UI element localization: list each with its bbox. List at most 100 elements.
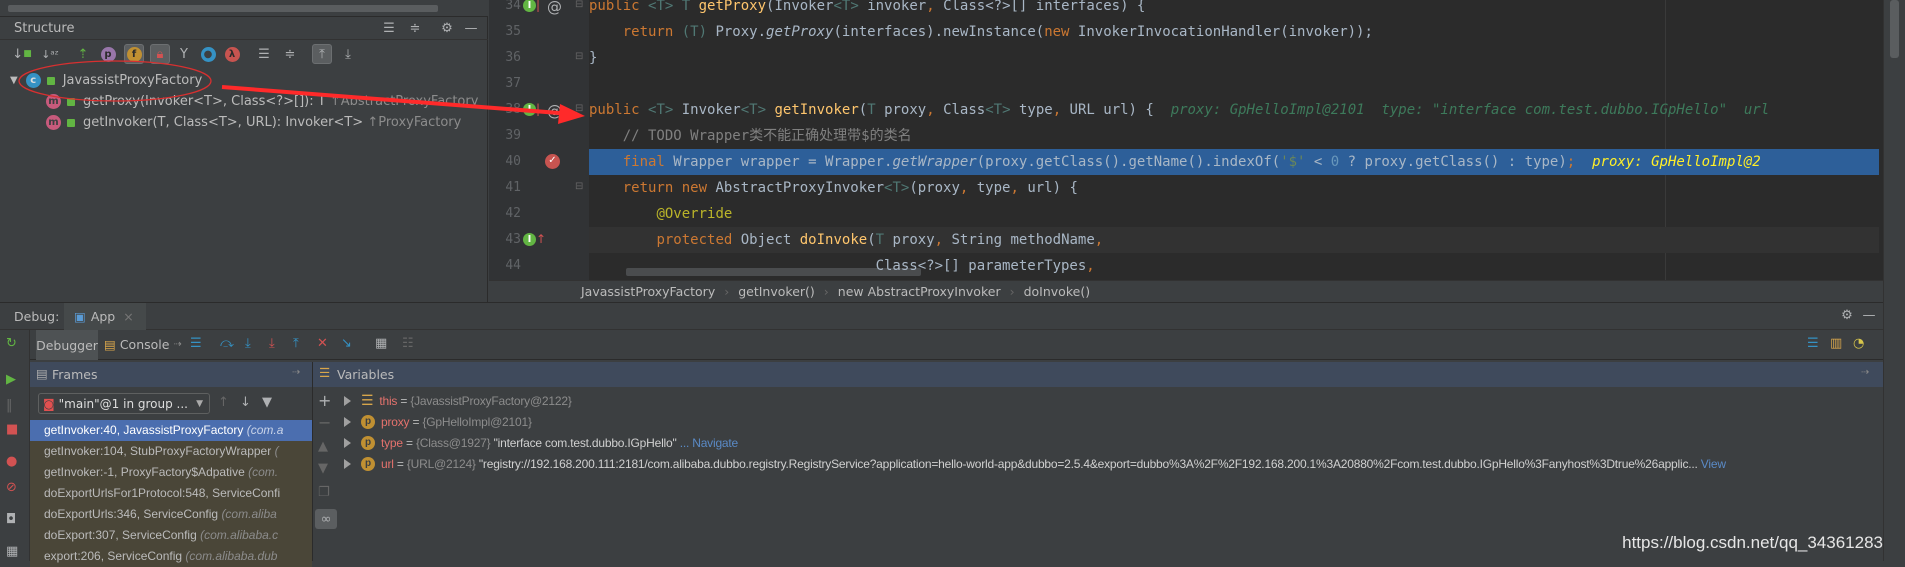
step-out-icon[interactable]: ⤒ (293, 336, 299, 351)
collapse-all-icon[interactable]: ≑ (406, 19, 424, 37)
add-watch-icon[interactable]: + (318, 391, 331, 410)
collapse-all-icon[interactable]: ≑ (280, 44, 300, 64)
lambdas-icon[interactable]: λ (222, 44, 242, 64)
memory-view-icon[interactable]: ▥ (1830, 336, 1842, 351)
anonymous-classes-icon[interactable]: Y (174, 44, 194, 64)
frame-row[interactable]: getInvoker:-1, ProxyFactory$Adpative (co… (30, 462, 312, 483)
show-classes-icon[interactable]: ● (198, 44, 218, 64)
breadcrumb-item[interactable]: new AbstractProxyInvoker (838, 284, 1001, 299)
fields-icon[interactable]: f (124, 44, 144, 64)
expand-all-icon[interactable]: ☰ (254, 44, 274, 64)
variable-row[interactable]: ☰ this = {JavassistProxyFactory@2122} (340, 390, 572, 411)
gear-icon[interactable]: ⚙ (438, 19, 456, 37)
implements-gutter-icon[interactable]: I ↑ (523, 232, 546, 246)
move-up-icon[interactable]: ▲ (318, 439, 328, 454)
tree-class-node[interactable]: ▼ c JavassistProxyFactory (10, 70, 202, 91)
filter-icon[interactable]: ▼ (262, 395, 272, 410)
drop-frame-icon[interactable]: ✕ (317, 336, 328, 351)
mute-breakpoints-icon[interactable]: ⊘ (6, 480, 17, 495)
frame-row[interactable]: getInvoker:104, StubProxyFactoryWrapper … (30, 441, 312, 462)
variable-link[interactable]: View (1698, 457, 1726, 471)
sort-alpha-icon[interactable]: ↓ᵃᶻ (40, 44, 60, 64)
annotation-gutter-icon[interactable]: @ (547, 102, 562, 120)
annotation-gutter-icon[interactable]: @ (547, 0, 562, 16)
duplicate-icon[interactable]: ❐ (318, 485, 330, 500)
show-execution-point-icon[interactable]: ☰ (190, 336, 202, 351)
code-line[interactable]: return (T) Proxy.getProxy(interfaces).ne… (589, 19, 1879, 45)
non-public-icon[interactable]: 🔒︎ (150, 44, 170, 64)
breadcrumb-item[interactable]: doInvoke() (1024, 284, 1090, 299)
frame-row[interactable]: doExportUrls:346, ServiceConfig (com.ali… (30, 504, 312, 525)
next-frame-icon[interactable]: ↓ (240, 395, 251, 410)
frame-row[interactable]: export:206, ServiceConfig (com.alibaba.d… (30, 546, 312, 567)
close-tab-icon[interactable]: × (123, 309, 133, 324)
fold-icon[interactable]: ⊟ (575, 103, 583, 114)
code-line[interactable]: // TODO Wrapper类不能正确处理带$的类名 (589, 123, 1879, 149)
step-into-icon[interactable]: ⤓ (245, 336, 251, 351)
properties-icon[interactable]: p (98, 44, 118, 64)
layout-icon[interactable]: ▦ (6, 544, 18, 559)
remove-watch-icon[interactable]: − (318, 413, 331, 432)
expand-triangle-icon[interactable]: ▼ (10, 75, 18, 86)
pin-icon[interactable]: ⇢ (292, 367, 300, 378)
tree-member-getproxy[interactable]: m getProxy(Invoker<T>, Class<?>[]): T ↑A… (46, 91, 478, 112)
variable-row[interactable]: p proxy = {GpHelloImpl@2101} (340, 411, 532, 432)
autoscroll-to-source-icon[interactable]: ⤒ (312, 44, 332, 64)
code-line[interactable]: return new AbstractProxyInvoker<T>(proxy… (589, 175, 1879, 201)
variable-link[interactable]: ... Navigate (677, 436, 739, 450)
code-line[interactable]: @Override (589, 201, 1879, 227)
expand-triangle-icon[interactable] (344, 458, 351, 469)
trace-stream-icon[interactable]: ☷ (402, 336, 414, 351)
autoscroll-from-source-icon[interactable]: ⤓ (338, 44, 358, 64)
show-watches-icon[interactable]: ∞ (315, 509, 337, 529)
view-breakpoints-icon[interactable]: ● (6, 454, 17, 469)
run-to-cursor-icon[interactable]: ↘ (341, 336, 352, 351)
minimize-icon[interactable]: — (462, 19, 480, 37)
code-line[interactable]: final Wrapper wrapper = Wrapper.getWrapp… (589, 149, 1879, 175)
code-line[interactable]: public <T> Invoker<T> getInvoker(T proxy… (589, 97, 1879, 123)
horizontal-scrollbar[interactable] (8, 5, 438, 12)
expand-triangle-icon[interactable] (344, 395, 351, 406)
tree-member-getinvoker[interactable]: m getInvoker(T, Class<T>, URL): Invoker<… (46, 112, 461, 133)
tab-app[interactable]: ▣ App × (64, 303, 146, 330)
fold-icon[interactable]: ⊟ (575, 181, 583, 192)
sort-by-visibility-icon[interactable]: ↓ ■ (12, 44, 32, 64)
breakpoint-icon[interactable]: ✓ (545, 154, 560, 169)
code-line[interactable] (589, 71, 1879, 97)
code-line[interactable]: public <T> T getProxy(Invoker<T> invoker… (589, 0, 1879, 19)
stop-icon[interactable]: ■ (6, 422, 18, 437)
move-down-icon[interactable]: ▼ (318, 461, 328, 476)
resume-icon[interactable]: ▶ (6, 372, 16, 387)
tab-debugger[interactable]: Debugger (36, 330, 98, 360)
code-editor[interactable]: public <T> T getProxy(Invoker<T> invoker… (489, 0, 1883, 280)
inherited-icon[interactable]: ⇡ (73, 44, 93, 64)
camera-icon[interactable]: ◘ (6, 512, 16, 527)
variable-row[interactable]: p url = {URL@2124} "registry://192.168.20… (340, 453, 1726, 474)
overhead-icon[interactable]: ◔ (1853, 336, 1864, 351)
expand-triangle-icon[interactable] (344, 416, 351, 427)
breadcrumb-item[interactable]: getInvoker() (738, 284, 815, 299)
rerun-icon[interactable]: ↻ (6, 336, 17, 351)
restore-layout-icon[interactable]: ☰ (1807, 336, 1819, 351)
expand-triangle-icon[interactable] (344, 437, 351, 448)
frame-row[interactable]: doExport:307, ServiceConfig (com.alibaba… (30, 525, 312, 546)
tab-console[interactable]: ▤ Console ⇢ (104, 337, 182, 352)
pause-icon[interactable]: ‖ (6, 398, 13, 413)
minimize-icon[interactable]: — (1860, 308, 1878, 323)
code-line[interactable]: Class<?>[] parameterTypes, (589, 253, 1879, 279)
thread-selector[interactable]: ◙ "main"@1 in group ... ▼ (38, 393, 210, 414)
fold-icon[interactable]: ⊟ (575, 51, 583, 62)
code-line[interactable]: protected Object doInvoke(T proxy, Strin… (589, 227, 1879, 253)
editor-vertical-scrollbar[interactable] (1883, 0, 1905, 302)
pin-icon[interactable]: ⇢ (1861, 367, 1869, 378)
code-line[interactable]: } (589, 45, 1879, 71)
force-step-into-icon[interactable]: ⤓ (269, 336, 275, 351)
implements-gutter-icon[interactable]: I | (523, 0, 540, 12)
fold-icon[interactable]: ⊟ (575, 0, 583, 10)
variable-row[interactable]: p type = {Class@1927} "interface com.test… (340, 432, 738, 453)
gear-icon[interactable]: ⚙ (1838, 308, 1856, 323)
breadcrumb-item[interactable]: JavassistProxyFactory (581, 284, 715, 299)
pin-icon[interactable]: ⇢ (173, 339, 181, 350)
frame-row[interactable]: getInvoker:40, JavassistProxyFactory (co… (30, 420, 312, 441)
implements-gutter-icon[interactable]: I | (523, 102, 540, 116)
